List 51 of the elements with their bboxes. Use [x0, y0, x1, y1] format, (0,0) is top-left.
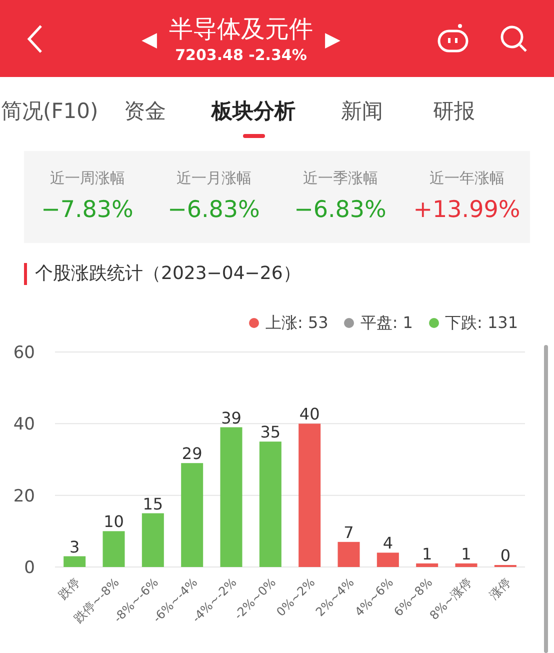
- legend-label: 平盘: 1: [360, 312, 413, 334]
- bar-value-label: 0: [500, 546, 510, 565]
- bar: [102, 531, 125, 567]
- active-tab-indicator: [242, 134, 264, 138]
- back-icon[interactable]: [26, 24, 44, 54]
- tab[interactable]: 资金: [99, 96, 191, 128]
- stat-label: 近一季涨幅: [302, 168, 378, 188]
- tab[interactable]: 简况(F10): [1, 96, 99, 128]
- sector-title: 半导体及元件: [169, 14, 313, 44]
- search-icon[interactable]: [500, 24, 528, 52]
- x-tick-label: 跌停: [56, 575, 83, 602]
- bar-value-label: 15: [142, 494, 164, 514]
- bar-value-label: 29: [182, 444, 202, 464]
- bar: [338, 542, 360, 567]
- stat-value: −6.83%: [294, 196, 386, 225]
- bar-value-label: 40: [299, 404, 320, 424]
- bar-value-label: 4: [382, 534, 393, 553]
- bar-value-label: 7: [344, 522, 354, 542]
- index-quote: 7203.48 -2.34%: [175, 44, 307, 64]
- legend-label: 下跌: 131: [444, 312, 518, 334]
- section-title: 个股涨跌统计（2023−04−26）: [35, 262, 301, 286]
- next-arrow[interactable]: ▶: [325, 24, 340, 54]
- y-tick-label: 40: [13, 414, 35, 435]
- bar: [376, 552, 399, 567]
- bar-value-label: 39: [221, 408, 242, 428]
- tab[interactable]: 研报: [408, 96, 500, 128]
- bar-value-label: 35: [260, 422, 281, 442]
- section-marker: [24, 262, 27, 284]
- bar-value-label: 1: [422, 544, 432, 564]
- stat-label: 近一年涨幅: [429, 168, 504, 188]
- bar-value-label: 3: [70, 537, 80, 556]
- tab[interactable]: 板块分析: [191, 96, 316, 128]
- stat-value: +13.99%: [413, 196, 520, 225]
- y-tick-label: 0: [24, 558, 35, 578]
- bar: [455, 563, 478, 567]
- bar: [142, 513, 164, 567]
- y-tick-label: 20: [13, 486, 35, 506]
- stat-value: −7.83%: [41, 196, 134, 225]
- x-tick-label: 涨停: [486, 575, 514, 602]
- tab[interactable]: 新闻: [316, 96, 408, 128]
- legend-label: 上涨: 53: [265, 312, 328, 334]
- stat-value: −6.83%: [168, 196, 260, 225]
- robot-icon[interactable]: [436, 22, 470, 54]
- stat-label: 近一月涨幅: [176, 168, 252, 188]
- bar: [64, 556, 86, 567]
- stat-label: 近一周涨幅: [50, 168, 125, 188]
- y-tick-label: 60: [13, 343, 35, 363]
- prev-arrow[interactable]: ◀: [142, 24, 157, 54]
- bar-value-label: 10: [104, 512, 124, 532]
- bar: [416, 563, 438, 567]
- bar-value-label: 1: [461, 544, 472, 564]
